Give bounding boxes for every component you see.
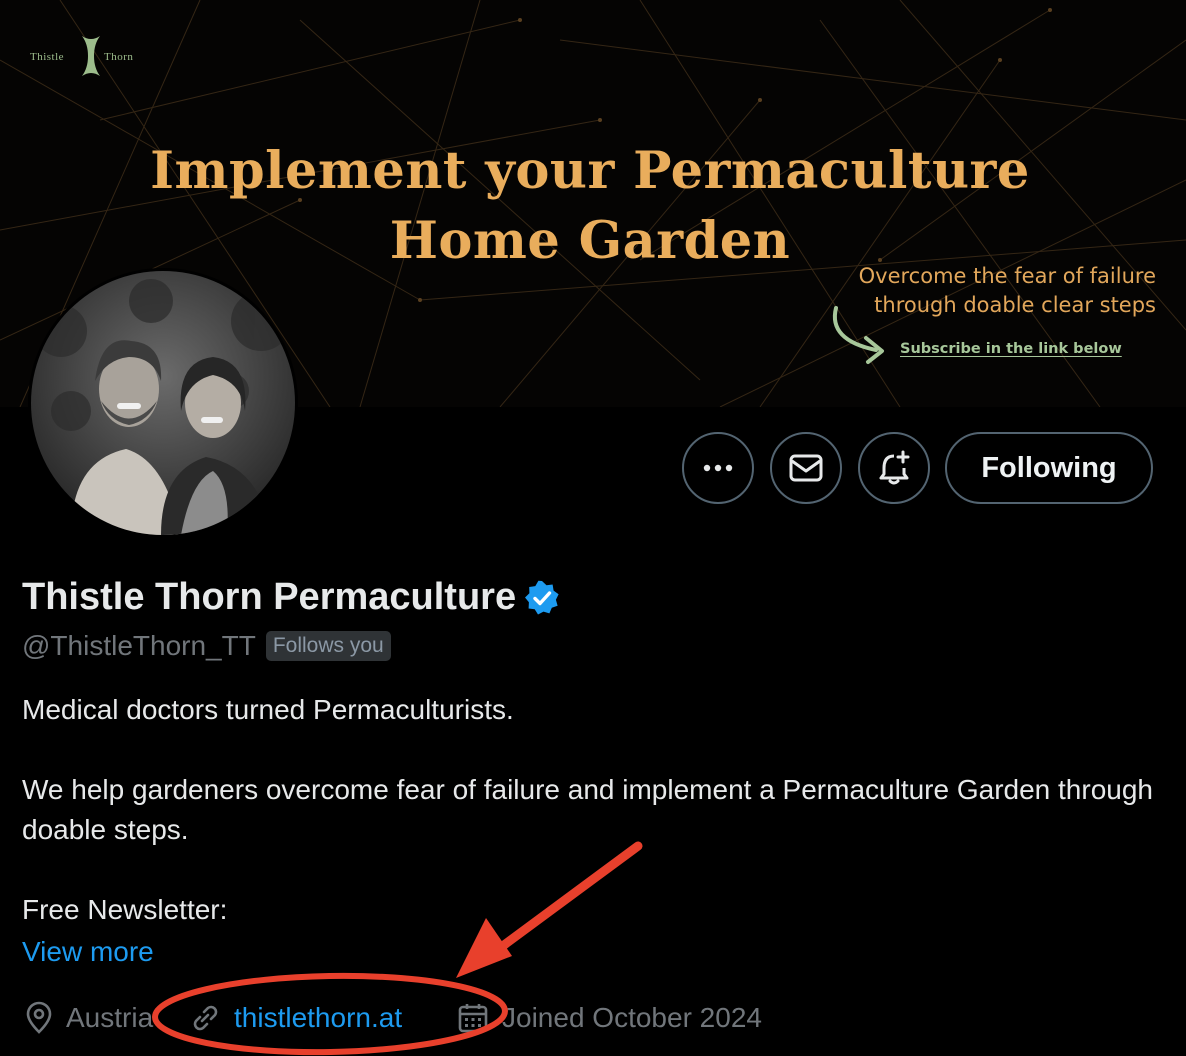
banner-headline: Implement your Permaculture Home Garden bbox=[60, 136, 1120, 276]
location-item: Austria bbox=[22, 998, 153, 1038]
thistle-thorn-logo: Thistle Thorn bbox=[28, 34, 148, 80]
handle-row: @ThistleThorn_TT Follows you bbox=[22, 630, 391, 662]
subscribe-text: Subscribe in the link below bbox=[900, 341, 1122, 357]
bio-line-3: Free Newsletter: bbox=[22, 894, 228, 925]
bio-line-1: Medical doctors turned Permaculturists. bbox=[22, 694, 514, 725]
location-text: Austria bbox=[66, 1002, 154, 1033]
website-link[interactable]: thistlethorn.at bbox=[234, 998, 402, 1038]
curved-arrow-icon bbox=[832, 306, 884, 364]
calendar-icon bbox=[458, 1004, 488, 1033]
joined-text: Joined October 2024 bbox=[502, 1002, 762, 1033]
bio-line-2: We help gardeners overcome fear of failu… bbox=[22, 774, 1153, 845]
avatar-photo bbox=[31, 271, 295, 535]
profile-name-row: Thistle Thorn Permaculture bbox=[22, 576, 560, 619]
notifications-button[interactable] bbox=[858, 432, 930, 504]
avatar[interactable] bbox=[28, 268, 298, 538]
more-horizontal-icon bbox=[703, 464, 733, 472]
following-button[interactable]: Following bbox=[945, 432, 1153, 504]
bell-plus-icon bbox=[879, 450, 910, 485]
verified-badge-icon[interactable] bbox=[524, 580, 560, 616]
message-button[interactable] bbox=[770, 432, 842, 504]
more-options-button[interactable] bbox=[682, 432, 754, 504]
joined-item: Joined October 2024 bbox=[456, 998, 762, 1038]
location-pin-icon bbox=[26, 1001, 52, 1034]
logo-word-left: Thistle bbox=[30, 51, 65, 63]
link-icon bbox=[193, 1005, 218, 1031]
user-handle: @ThistleThorn_TT bbox=[22, 630, 256, 661]
view-more-link[interactable]: View more bbox=[22, 936, 154, 968]
logo-word-right: Thorn bbox=[104, 51, 134, 63]
display-name: Thistle Thorn Permaculture bbox=[22, 576, 517, 618]
thistle-logo-icon bbox=[82, 36, 100, 76]
avatar-image bbox=[31, 271, 295, 535]
tagline-line-1: Overcome the fear of failure bbox=[858, 264, 1156, 288]
headline-line-1: Implement your Permaculture bbox=[150, 141, 1030, 201]
follows-you-badge: Follows you bbox=[265, 631, 391, 661]
website-item[interactable]: thistlethorn.at bbox=[188, 998, 402, 1038]
envelope-icon bbox=[789, 454, 823, 482]
